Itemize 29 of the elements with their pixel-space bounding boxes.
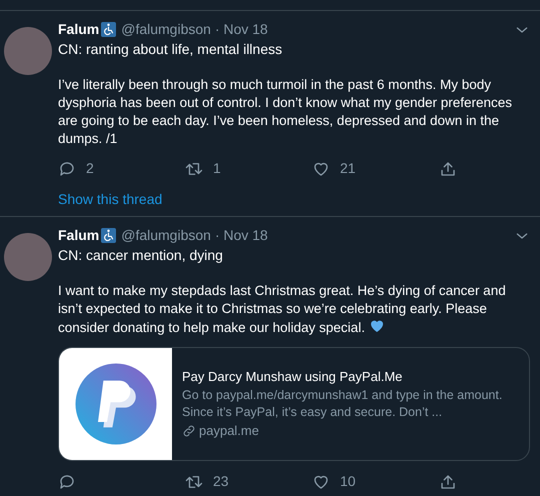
card-description: Go to paypal.me/darcymunshaw1 and type in the amount. Since it’s PayPal, it’s easy and secure. Don’t ... bbox=[182, 387, 504, 421]
tweet-date[interactable]: · Nov 18 bbox=[214, 225, 268, 246]
show-thread-link[interactable]: Show this thread bbox=[58, 189, 530, 210]
reply-icon[interactable] bbox=[58, 160, 76, 178]
reply-count: 2 bbox=[86, 159, 94, 178]
tweet-text: I’ve literally been through so much turmoil in the past 6 months. My body dysphoria has been out of control. I don’t know what my gender preferences are going to be each day. I’ve been homeless, depressed and down in the dumps. /1 bbox=[58, 77, 512, 146]
content-warning: CN: ranting about life, mental illness bbox=[58, 40, 284, 58]
content-warning: CN: cancer mention, dying bbox=[58, 246, 224, 264]
share-icon[interactable] bbox=[439, 160, 457, 178]
link-card[interactable]: Pay Darcy Munshaw using PayPal.Me Go to paypal.me/darcymunshaw1 and type in the amount. Since it’s PayPal, it’s easy and secure. Don’t ... paypal.me bbox=[58, 347, 530, 461]
avatar[interactable] bbox=[4, 27, 52, 75]
retweet-count: 23 bbox=[213, 472, 229, 491]
share-icon[interactable] bbox=[439, 472, 457, 490]
tweet-date[interactable]: · Nov 18 bbox=[214, 19, 268, 40]
tweet-text: I want to make my stepdads last Christmas great. He’s dying of cancer and isn’t expected to make it to Christmas so we’re celebrating early. Please consider donating to help make our holiday special. bbox=[58, 283, 506, 335]
avatar[interactable] bbox=[4, 233, 52, 281]
link-icon[interactable] bbox=[182, 424, 196, 438]
display-name[interactable]: Falum bbox=[58, 225, 100, 246]
like-count: 21 bbox=[340, 159, 356, 178]
wheelchair-icon bbox=[101, 22, 116, 37]
reply-icon[interactable] bbox=[58, 472, 76, 490]
card-title: Pay Darcy Munshaw using PayPal.Me bbox=[182, 368, 404, 386]
display-name[interactable]: Falum bbox=[58, 19, 100, 40]
card-domain: paypal.me bbox=[199, 422, 259, 440]
wheelchair-icon bbox=[101, 228, 116, 243]
like-count: 10 bbox=[340, 472, 356, 491]
retweet-count: 1 bbox=[213, 159, 221, 178]
user-handle[interactable]: @falumgibson bbox=[121, 225, 211, 246]
user-handle[interactable]: @falumgibson bbox=[121, 19, 211, 40]
